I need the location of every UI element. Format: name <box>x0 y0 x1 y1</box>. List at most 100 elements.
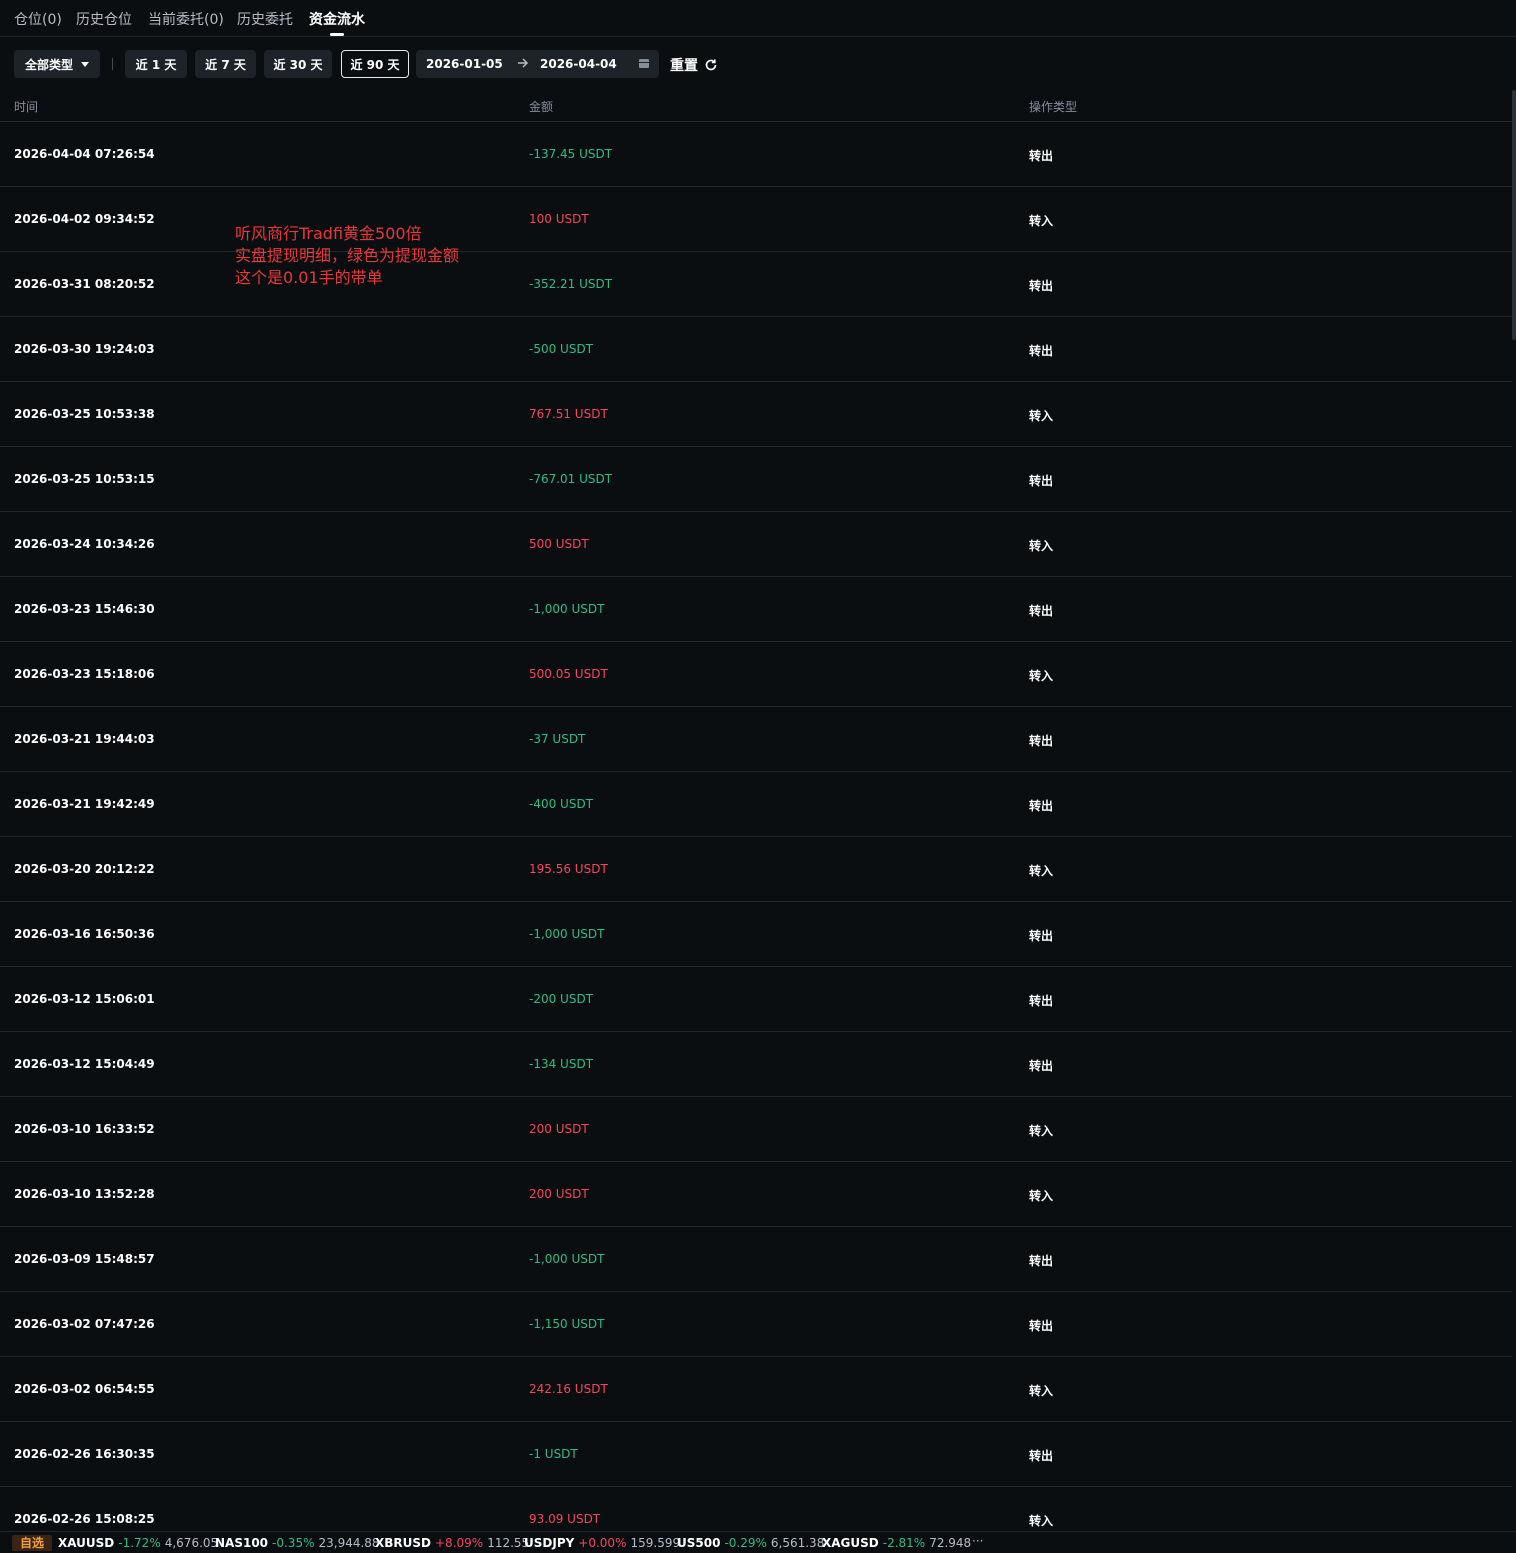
table-row: 2026-03-25 10:53:15 -767.01 USDT 转出 <box>0 447 1512 512</box>
ticker-price: 112.55 <box>487 1536 530 1550</box>
row-time: 2026-03-12 15:04:49 <box>14 1057 155 1071</box>
row-time: 2026-03-09 15:48:57 <box>14 1252 155 1266</box>
reset-label: 重置 <box>670 58 698 74</box>
row-time: 2026-03-16 16:50:36 <box>14 927 155 941</box>
range-7d-button[interactable]: 近 7 天 <box>195 50 256 78</box>
table-row: 2026-03-21 19:42:49 -400 USDT 转出 <box>0 772 1512 837</box>
row-type: 转出 <box>1029 994 1054 1008</box>
tab-order-history[interactable]: 历史委托 <box>237 9 293 29</box>
row-type: 转出 <box>1029 604 1054 618</box>
table-row: 2026-03-02 06:54:55 242.16 USDT 转入 <box>0 1357 1512 1422</box>
scrollbar[interactable] <box>1512 90 1516 340</box>
row-type: 转出 <box>1029 474 1054 488</box>
ticker-price: 4,676.05 <box>164 1536 219 1550</box>
refresh-icon <box>704 58 718 72</box>
ticker-change: -0.35% <box>272 1536 315 1550</box>
row-time: 2026-03-23 15:46:30 <box>14 602 155 616</box>
ticker-change: -0.29% <box>724 1536 767 1550</box>
table-row: 2026-03-20 20:12:22 195.56 USDT 转入 <box>0 837 1512 902</box>
annotation-text: 听风商行Tradfi黄金500倍 实盘提现明细，绿色为提现金额 这个是0.01手… <box>235 224 460 287</box>
row-type: 转入 <box>1029 409 1054 423</box>
range-90d-button[interactable]: 近 90 天 <box>341 50 409 78</box>
active-tab-indicator <box>330 33 344 36</box>
row-amount: 500.05 USDT <box>529 667 608 681</box>
table-row: 2026-03-09 15:48:57 -1,000 USDT 转出 <box>0 1227 1512 1292</box>
ticker-item[interactable]: XBRUSD +8.09% 112.55 <box>375 1536 529 1550</box>
favorites-tag[interactable]: 自选 <box>12 1535 53 1551</box>
row-amount: -767.01 USDT <box>529 472 613 486</box>
ticker-symbol: NAS100 <box>215 1536 269 1550</box>
ticker-item[interactable]: NAS100 -0.35% 23,944.88 <box>215 1536 380 1550</box>
range-30d-button[interactable]: 近 30 天 <box>264 50 332 78</box>
row-type: 转出 <box>1029 799 1054 813</box>
row-amount: -37 USDT <box>529 732 586 746</box>
date-end[interactable]: 2026-04-04 <box>540 57 617 71</box>
row-time: 2026-04-02 09:34:52 <box>14 212 155 226</box>
row-type: 转入 <box>1029 1189 1054 1203</box>
row-type: 转入 <box>1029 1124 1054 1138</box>
row-type: 转入 <box>1029 864 1054 878</box>
row-type: 转入 <box>1029 214 1054 228</box>
tab-open-orders[interactable]: 当前委托(0) <box>148 9 224 29</box>
type-select[interactable]: 全部类型 <box>14 50 100 78</box>
row-amount: -1 USDT <box>529 1447 578 1461</box>
row-time: 2026-02-26 16:30:35 <box>14 1447 155 1461</box>
table-body: 2026-04-04 07:26:54 -137.45 USDT 转出 2026-04… <box>0 122 1512 1552</box>
range-1d-button[interactable]: 近 1 天 <box>125 50 187 78</box>
row-amount: -200 USDT <box>529 992 594 1006</box>
ticker-symbol: XBRUSD <box>375 1536 431 1550</box>
row-time: 2026-03-30 19:24:03 <box>14 342 155 356</box>
row-amount: -137.45 USDT <box>529 147 613 161</box>
row-type: 转出 <box>1029 344 1054 358</box>
tab-funding-flow[interactable]: 资金流水 <box>309 9 365 29</box>
row-amount: -1,000 USDT <box>529 602 605 616</box>
row-time: 2026-02-26 15:08:25 <box>14 1512 155 1526</box>
row-amount: -352.21 USDT <box>529 277 613 291</box>
row-amount: -1,150 USDT <box>529 1317 605 1331</box>
calendar-icon[interactable] <box>638 57 650 72</box>
type-select-label: 全部类型 <box>24 57 73 72</box>
header-type: 操作类型 <box>1029 100 1078 114</box>
ticker-symbol: XAGUSD <box>822 1536 879 1550</box>
row-type: 转入 <box>1029 669 1054 683</box>
row-time: 2026-03-10 16:33:52 <box>14 1122 155 1136</box>
row-time: 2026-03-24 10:34:26 <box>14 537 155 551</box>
table-row: 2026-03-12 15:06:01 -200 USDT 转出 <box>0 967 1512 1032</box>
row-amount: 93.09 USDT <box>529 1512 601 1526</box>
table-row: 2026-03-24 10:34:26 500 USDT 转入 <box>0 512 1512 577</box>
reset-button[interactable]: 重置 <box>670 55 718 75</box>
row-amount: -1,000 USDT <box>529 1252 605 1266</box>
row-time: 2026-03-23 15:18:06 <box>14 667 155 681</box>
table-row: 2026-03-10 16:33:52 200 USDT 转入 <box>0 1097 1512 1162</box>
row-time: 2026-03-21 19:42:49 <box>14 797 155 811</box>
tab-positions[interactable]: 仓位(0) <box>14 9 62 29</box>
tab-position-history[interactable]: 历史仓位 <box>76 9 132 29</box>
more-icon[interactable]: ··· <box>972 1534 983 1548</box>
date-start[interactable]: 2026-01-05 <box>426 57 503 71</box>
row-time: 2026-03-20 20:12:22 <box>14 862 155 876</box>
table-row: 2026-03-12 15:04:49 -134 USDT 转出 <box>0 1032 1512 1097</box>
row-amount: 767.51 USDT <box>529 407 608 421</box>
table-row: 2026-03-02 07:47:26 -1,150 USDT 转出 <box>0 1292 1512 1357</box>
ticker-item[interactable]: USDJPY +0.00% 159.599 <box>524 1536 680 1550</box>
ticker-price: 23,944.88 <box>318 1536 380 1550</box>
table-row: 2026-03-30 19:24:03 -500 USDT 转出 <box>0 317 1512 382</box>
table-row: 2026-04-02 09:34:52 100 USDT 转入 <box>0 187 1512 252</box>
row-amount: -134 USDT <box>529 1057 594 1071</box>
ticker-item[interactable]: XAGUSD -2.81% 72.948 <box>822 1536 971 1550</box>
date-range-picker[interactable]: 2026-01-05 2026-04-04 <box>416 50 659 78</box>
ticker-item[interactable]: XAUUSD -1.72% 4,676.05 <box>58 1536 218 1550</box>
row-time: 2026-03-25 10:53:15 <box>14 472 155 486</box>
row-type: 转出 <box>1029 1254 1054 1268</box>
row-type: 转出 <box>1029 149 1054 163</box>
ticker-price: 159.599 <box>630 1536 681 1550</box>
row-type: 转出 <box>1029 279 1054 293</box>
ticker-change: -1.72% <box>118 1536 161 1550</box>
table-row: 2026-03-31 08:20:52 -352.21 USDT 转出 <box>0 252 1512 317</box>
row-type: 转入 <box>1029 1514 1054 1528</box>
row-type: 转出 <box>1029 1319 1054 1333</box>
ticker-item[interactable]: US500 -0.29% 6,561.38 <box>677 1536 824 1550</box>
table-row: 2026-03-23 15:18:06 500.05 USDT 转入 <box>0 642 1512 707</box>
row-type: 转入 <box>1029 1384 1054 1398</box>
row-time: 2026-03-31 08:20:52 <box>14 277 155 291</box>
